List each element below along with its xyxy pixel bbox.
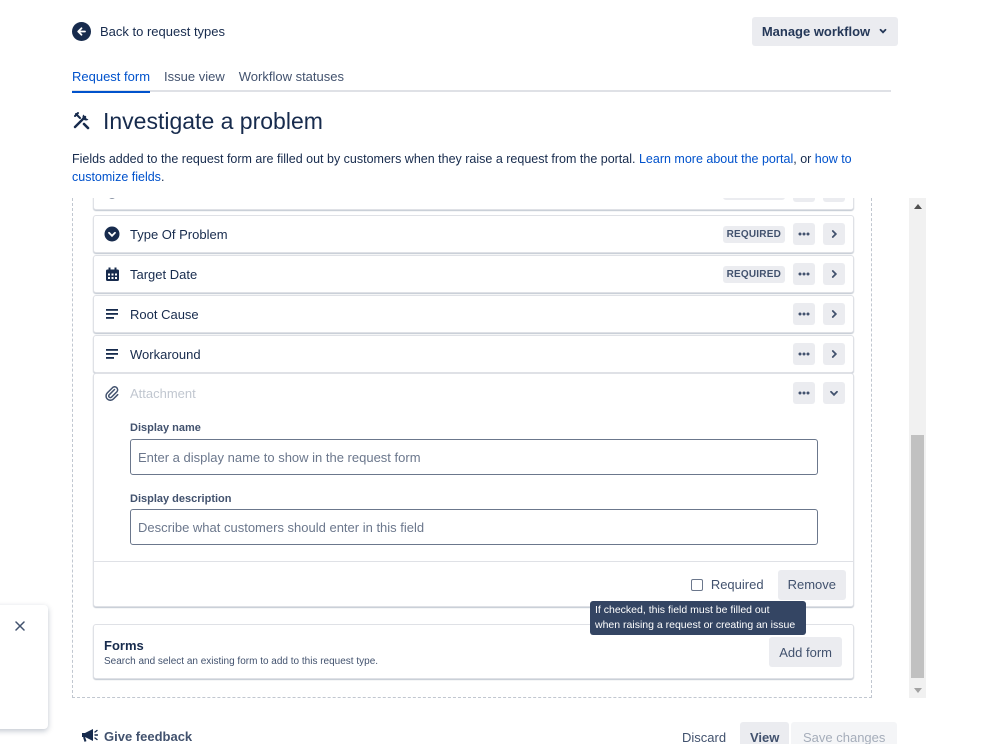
expand-button[interactable] (823, 198, 845, 202)
display-description-input[interactable] (130, 509, 818, 545)
remove-button[interactable]: Remove (777, 569, 846, 600)
display-name-input[interactable] (130, 439, 818, 475)
tools-icon (72, 110, 93, 134)
collapse-field-button[interactable] (823, 382, 845, 404)
add-form-button[interactable]: Add form (769, 637, 842, 667)
scroll-down-arrow-icon[interactable] (909, 682, 926, 698)
forms-subtitle: Search and select an existing form to ad… (104, 656, 379, 667)
tab-issue-view[interactable]: Issue view (164, 69, 225, 90)
manage-workflow-label: Manage workflow (761, 24, 871, 39)
close-icon[interactable] (15, 619, 25, 634)
save-changes-button: Save changes (791, 722, 898, 744)
manage-workflow-button[interactable]: Manage workflow (752, 17, 898, 46)
chevron-right-icon (831, 350, 838, 358)
required-checkbox[interactable]: Required (690, 577, 764, 592)
expand-field-button[interactable] (823, 303, 845, 325)
checkbox-box[interactable] (690, 578, 703, 591)
scroll-up-arrow-icon[interactable] (909, 198, 926, 214)
ellipsis-icon (798, 352, 810, 356)
dropdown-icon (94, 198, 130, 199)
back-link-label: Back to request types (100, 24, 226, 39)
required-tooltip: If checked, this field must be filled ou… (590, 601, 806, 635)
paperclip-icon (94, 385, 130, 401)
side-panel (0, 605, 48, 729)
required-badge: REQUIRED (722, 265, 785, 283)
required-badge: REQUIRED (722, 225, 785, 243)
forms-title: Forms (104, 638, 144, 653)
more-button[interactable] (793, 198, 815, 202)
arrow-left-icon (72, 22, 91, 41)
more-actions-button[interactable] (793, 223, 815, 245)
field-row-workaround[interactable]: Workaround (93, 335, 854, 373)
expand-field-button[interactable] (823, 223, 845, 245)
scrollbar-thumb[interactable] (911, 435, 924, 678)
tooltip-line-1: If checked, this field must be filled ou… (595, 604, 770, 616)
field-label: Type Of Problem (130, 226, 228, 242)
page-title-text: Investigate a problem (103, 108, 323, 134)
tab-workflow-statuses[interactable]: Workflow statuses (239, 69, 344, 90)
description-mid: , or (793, 152, 815, 166)
description-prefix: Fields added to the request form are fil… (72, 152, 639, 166)
paragraph-icon (94, 308, 130, 320)
page-description: Fields added to the request form are fil… (72, 150, 892, 186)
field-label: Workaround (130, 346, 201, 362)
display-description-label: Display description (130, 493, 232, 505)
footer-bar: Give feedback Discard View Save changes (0, 722, 999, 744)
required-checkbox-label: Required (710, 577, 764, 592)
dropdown-icon (94, 226, 130, 242)
give-feedback-label: Give feedback (104, 729, 193, 744)
field-row-type-of-problem[interactable]: Type Of Problem REQUIRED (93, 215, 854, 253)
tab-request-form[interactable]: Request form (72, 69, 151, 93)
required-badge: REQUIRED (722, 198, 785, 200)
chevron-right-icon (831, 270, 838, 278)
ellipsis-icon (798, 391, 810, 395)
back-to-request-types-link[interactable]: Back to request types (72, 22, 225, 41)
field-row-root-cause[interactable]: Root Cause (93, 295, 854, 333)
field-label: Root Cause (130, 306, 199, 322)
view-button[interactable]: View (740, 722, 790, 744)
ellipsis-icon (798, 232, 810, 236)
chevron-down-icon (830, 390, 838, 397)
chevron-down-icon (878, 24, 888, 39)
more-actions-button[interactable] (793, 263, 815, 285)
field-row-attachment-expanded: Attachment Display name Display descript… (93, 373, 854, 607)
display-name-label: Display name (130, 422, 201, 434)
page-title: Investigate a problem (72, 108, 323, 135)
learn-more-portal-link[interactable]: Learn more about the portal (639, 152, 793, 166)
discard-button[interactable]: Discard (674, 722, 734, 744)
field-row-partial[interactable]: REQUIRED (93, 198, 854, 210)
attachment-header[interactable]: Attachment (94, 374, 853, 412)
paragraph-icon (94, 348, 130, 360)
tab-bar: Request form Issue view Workflow statuse… (72, 69, 891, 93)
field-label: Target Date (130, 266, 198, 282)
chevron-right-icon (831, 230, 838, 238)
vertical-scrollbar[interactable] (909, 198, 926, 698)
ellipsis-icon (798, 312, 810, 316)
chevron-right-icon (831, 310, 838, 318)
more-actions-button[interactable] (793, 382, 815, 404)
expand-field-button[interactable] (823, 343, 845, 365)
give-feedback-button[interactable]: Give feedback (80, 728, 192, 744)
expand-field-button[interactable] (823, 263, 845, 285)
ellipsis-icon (798, 272, 810, 276)
tooltip-line-2: when raising a request or creating an is… (595, 619, 796, 631)
field-label: Attachment (130, 385, 196, 401)
description-suffix: . (160, 170, 165, 184)
more-actions-button[interactable] (793, 303, 815, 325)
field-row-target-date[interactable]: Target Date REQUIRED (93, 255, 854, 293)
megaphone-icon (80, 728, 99, 744)
more-actions-button[interactable] (793, 343, 815, 365)
calendar-icon (94, 267, 130, 282)
